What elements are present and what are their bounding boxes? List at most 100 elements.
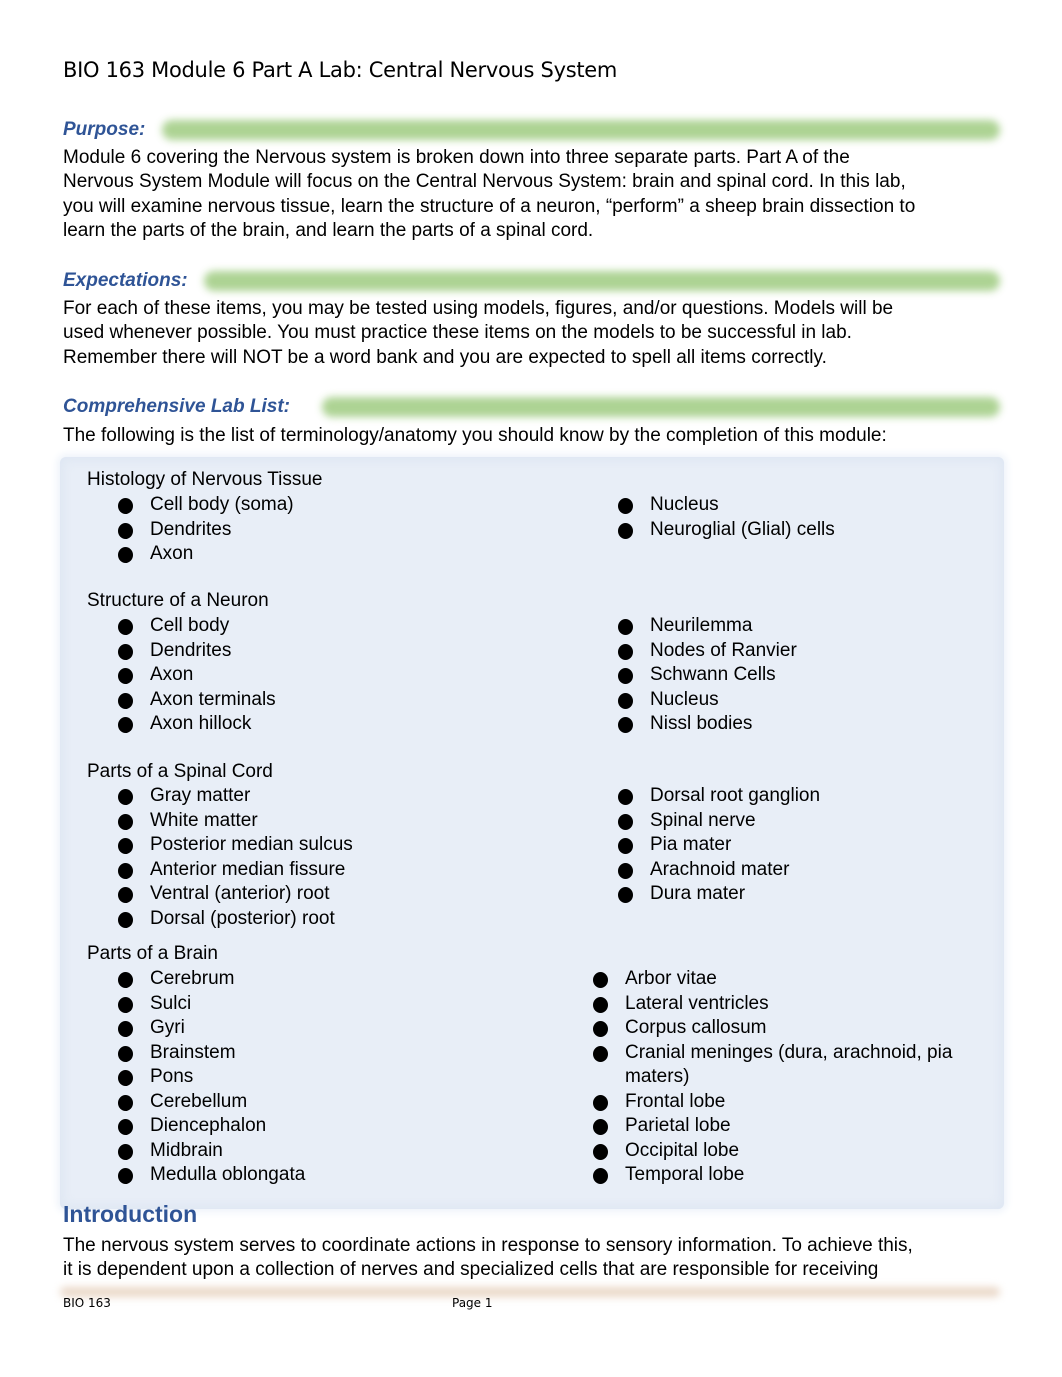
bullet-icon [618,887,633,903]
bullet-icon [118,838,133,854]
bullet-icon [118,1143,133,1160]
list-item-label: Cranial meninges (dura, arachnoid, pia m… [625,1041,953,1088]
list-item-label: Pons [150,1066,194,1087]
list-item: Arbor vitae [593,967,953,992]
bullet-icon [593,1119,608,1135]
bullet-icon [118,717,133,733]
list-item-label: White matter [150,809,258,831]
document-title: BIO 163 Module 6 Part A Lab: Central Ner… [63,58,618,82]
purpose-line: Nervous System Module will focus on the … [63,171,906,193]
bullet-icon [118,619,133,635]
list-item-label: Frontal lobe [625,1090,726,1112]
list-item-label: Axon [150,664,194,685]
list-item-label: Nucleus [650,494,719,515]
bullet-icon [593,972,608,988]
list-item: Schwann Cells [618,663,978,688]
bullet-icon [118,813,133,830]
list-item: Cerebellum [118,1090,247,1115]
list-item-label: Posterior median sulcus [150,834,353,855]
introduction-line: The nervous system serves to coordinate … [63,1235,913,1256]
list-item-label: Brainstem [150,1041,236,1063]
introduction-paragraph: The nervous system serves to coordinate … [63,1234,1013,1283]
footer-divider [60,1287,1000,1297]
bullet-icon [593,1143,608,1160]
list-item: Axon [118,663,193,688]
introduction-heading: Introduction [63,1201,198,1227]
bullet-icon [118,789,133,805]
list-item-label: Dendrites [150,518,232,540]
expectations-line: Remember there will NOT be a word bank a… [63,346,827,368]
list-item: Nucleus [618,688,978,713]
list-item: Neurilemma [618,614,978,639]
bullet-icon [118,1119,133,1135]
bullet-icon [618,619,633,635]
group-title: Histology of Nervous Tissue [87,469,323,490]
bullet-icon [618,692,633,709]
bullet-icon [618,522,633,539]
purpose-highlight [162,120,1000,140]
list-item: Medulla oblongata [118,1163,305,1188]
group-title: Parts of a Spinal Cord [87,761,273,782]
bullet-icon [118,1045,133,1062]
bullet-icon [593,996,608,1013]
list-item-label: Arachnoid mater [650,858,790,880]
list-item-label: Gray matter [150,785,251,806]
list-item-label: Nissl bodies [650,713,753,734]
list-item: Nucleus [618,493,978,518]
bullet-icon [618,668,633,684]
list-item-label: Nodes of Ranvier [650,639,797,661]
expectations-heading: Expectations: [63,270,188,291]
purpose-line: learn the parts of the brain, and learn … [63,219,594,241]
group-title: Parts of a Brain [87,943,218,964]
list-item: Parietal lobe [593,1114,953,1139]
list-item-label: Cell body (soma) [150,494,294,515]
lab-list-intro: The following is the list of terminology… [63,425,887,446]
bullet-icon [118,643,133,660]
list-item-label: Medulla oblongata [150,1164,306,1185]
list-item-label: Sulci [150,992,192,1014]
list-item-label: Dorsal root ganglion [650,785,821,806]
bullet-icon [118,1168,133,1184]
bullet-icon [118,547,133,563]
bullet-icon [593,1094,608,1111]
list-item-label: Nucleus [650,688,719,710]
list-item: Dendrites [118,639,231,664]
list-item-label: Axon [150,543,194,564]
bullet-icon [618,643,633,660]
bullet-icon [118,1021,133,1037]
bullet-icon [618,498,633,514]
footer-page-number: Page 1 [452,1296,493,1310]
list-item: Posterior median sulcus [118,833,353,858]
list-item-label: Cell body [150,615,230,636]
list-item-label: Dorsal (posterior) root [150,907,335,929]
list-item-label: Axon terminals [150,688,276,710]
bullet-icon [118,996,133,1013]
list-item: Corpus callosum [593,1016,953,1041]
list-item: Dorsal (posterior) root [118,907,335,932]
purpose-heading: Purpose: [63,119,146,140]
list-item: Pia mater [618,833,978,858]
bullet-icon [118,498,133,514]
list-item: Axon [118,542,193,567]
list-item: Cranial meninges (dura, arachnoid, pia m… [593,1041,953,1090]
list-item-label: Axon hillock [150,713,252,734]
expectations-line: used whenever possible. You must practic… [63,322,852,344]
footer-course: BIO 163 [63,1296,111,1310]
list-item-label: Neuroglial (Glial) cells [650,518,835,540]
lab-list-heading: Comprehensive Lab List: [63,396,290,417]
list-item: Arachnoid mater [618,858,978,883]
bullet-icon [118,911,133,928]
bullet-icon [118,1070,133,1086]
list-item-label: Schwann Cells [650,664,776,685]
list-item-label: Lateral ventricles [625,992,769,1014]
list-item-label: Midbrain [150,1139,223,1161]
list-item: Cerebrum [118,967,234,992]
bullet-icon [118,668,133,684]
bullet-icon [593,1168,608,1184]
list-item-label: Cerebrum [150,968,235,989]
list-item: Cell body [118,614,229,639]
list-item-label: Occipital lobe [625,1139,740,1161]
list-item-label: Ventral (anterior) root [150,883,330,904]
list-item: Nodes of Ranvier [618,639,978,664]
list-item: White matter [118,809,258,834]
